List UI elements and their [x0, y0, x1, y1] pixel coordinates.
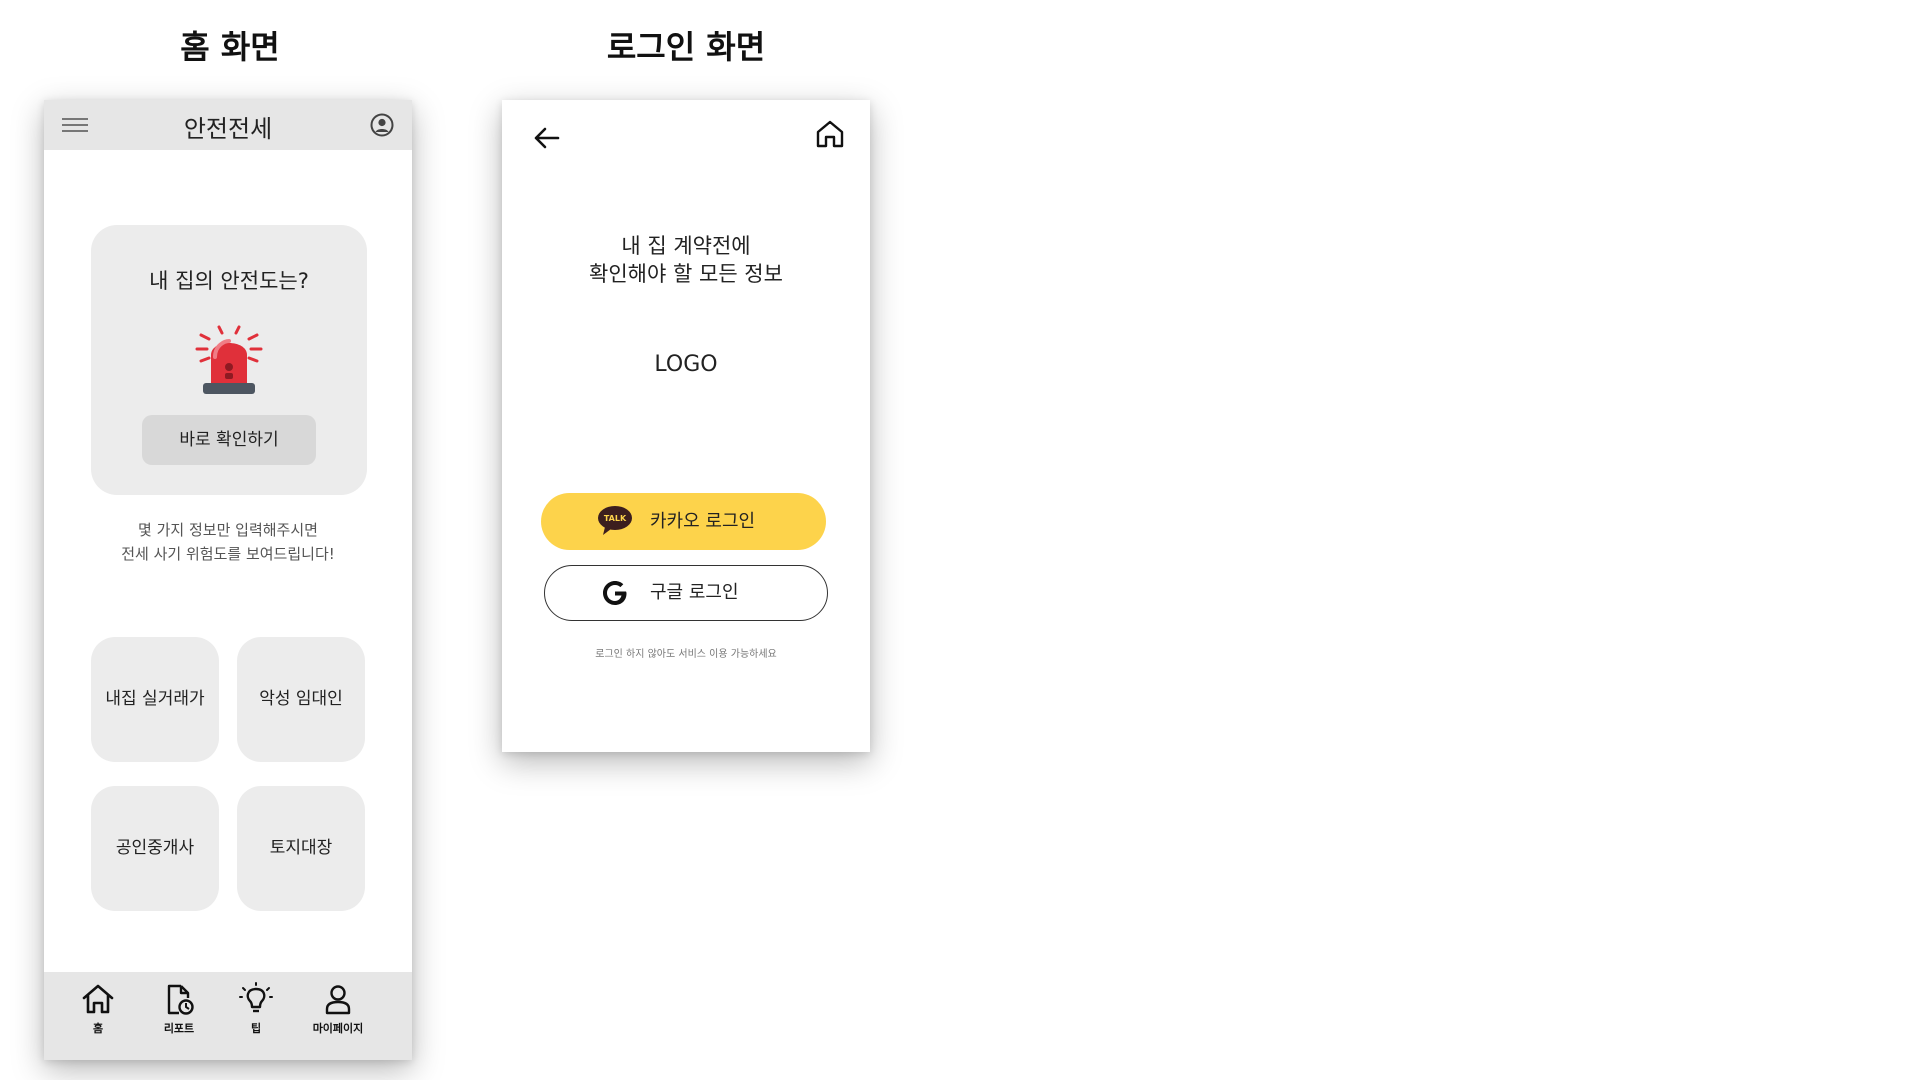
tile-bad-landlord[interactable]: 악성 임대인	[237, 637, 365, 762]
home-screen: 안전전세 내 집의 안전도는? 바로 확인하기 몇 가지 정보만 입력해주시면 …	[44, 100, 412, 1060]
nav-report[interactable]: 리포트	[139, 982, 219, 1036]
safety-question: 내 집의 안전도는?	[149, 269, 309, 293]
nav-tips-label: 팁	[250, 1022, 262, 1035]
logo-placeholder: LOGO	[654, 352, 718, 377]
nav-home[interactable]: 홈	[58, 982, 138, 1036]
google-login-label: 구글 로그인	[650, 582, 739, 603]
user-icon	[325, 985, 351, 1015]
tile-realtor[interactable]: 공인중개사	[91, 786, 219, 911]
home-screen-caption: 홈 화면	[180, 28, 280, 66]
home-icon[interactable]	[814, 118, 846, 150]
home-description: 몇 가지 정보만 입력해주시면 전세 사기 위험도를 보여드립니다!	[44, 518, 412, 566]
nav-report-label: 리포트	[163, 1022, 195, 1035]
tile-real-price[interactable]: 내집 실거래가	[91, 637, 219, 762]
guest-notice: 로그인 하지 않아도 서비스 이용 가능하세요	[595, 649, 777, 660]
login-screen: 내 집 계약전에 확인해야 할 모든 정보 LOGO TALK 카카오 로그인 …	[502, 100, 870, 752]
tagline-line-2: 확인해야 할 모든 정보	[589, 262, 783, 286]
nav-mypage[interactable]: 마이페이지	[298, 982, 378, 1036]
kakao-login-label: 카카오 로그인	[650, 511, 756, 532]
google-login-button[interactable]: 구글 로그인	[544, 565, 828, 621]
tile-land-register[interactable]: 토지대장	[237, 786, 365, 911]
safety-check-card: 내 집의 안전도는? 바로 확인하기	[91, 225, 367, 495]
description-line-1: 몇 가지 정보만 입력해주시면	[138, 521, 318, 539]
kakao-talk-icon: TALK	[598, 506, 632, 535]
lightbulb-icon	[239, 982, 273, 1013]
google-g-icon	[603, 581, 627, 605]
report-icon	[167, 984, 194, 1015]
home-icon	[82, 984, 114, 1014]
nav-tips[interactable]: 팁	[216, 982, 296, 1036]
app-title: 안전전세	[183, 115, 273, 143]
profile-icon[interactable]	[370, 113, 394, 137]
description-line-2: 전세 사기 위험도를 보여드립니다!	[121, 545, 335, 563]
bottom-nav: 홈 리포트 팁 마이페이지	[44, 972, 412, 1060]
back-arrow-icon[interactable]	[532, 124, 562, 152]
kakao-login-button[interactable]: TALK 카카오 로그인	[541, 493, 826, 550]
tagline-line-1: 내 집 계약전에	[621, 234, 751, 258]
kakao-talk-badge: TALK	[604, 514, 627, 523]
login-tagline: 내 집 계약전에 확인해야 할 모든 정보	[502, 232, 870, 288]
check-now-button[interactable]: 바로 확인하기	[142, 415, 316, 465]
nav-mypage-label: 마이페이지	[312, 1022, 364, 1035]
login-screen-caption: 로그인 화면	[606, 28, 766, 66]
nav-home-label: 홈	[92, 1022, 104, 1035]
app-top-bar: 안전전세	[44, 100, 412, 150]
siren-icon	[195, 325, 263, 394]
